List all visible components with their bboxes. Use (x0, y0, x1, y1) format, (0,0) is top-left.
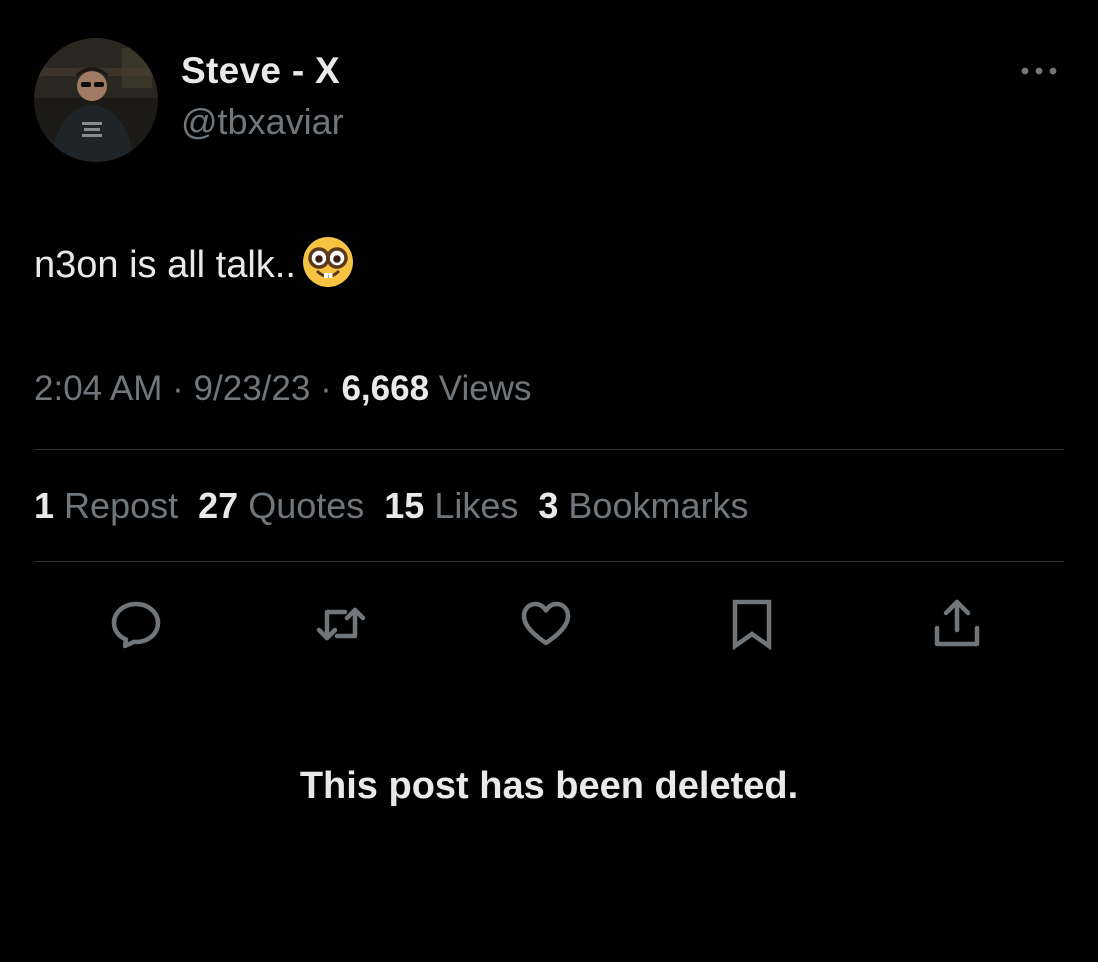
meta-separator: · (320, 369, 342, 408)
post-time: 2:04 AM (34, 369, 163, 408)
views-count: 6,668 (341, 369, 430, 408)
user-handle[interactable]: @tbxaviar (181, 101, 344, 143)
deleted-notice: This post has been deleted. (299, 765, 799, 807)
share-icon[interactable] (930, 596, 986, 652)
nerd-face-icon (300, 234, 356, 290)
stat-bookmarks[interactable]: 3 Bookmarks (538, 485, 748, 527)
post-meta: 2:04 AM · 9/23/23 · 6,668 Views (34, 369, 532, 409)
like-icon[interactable] (518, 596, 574, 652)
stat-quotes[interactable]: 27 Quotes (198, 485, 364, 527)
stat-reposts[interactable]: 1 Repost (34, 485, 178, 527)
bookmark-icon[interactable] (725, 596, 781, 652)
post-text-row: n3on is all talk.. (34, 237, 356, 290)
divider (34, 561, 1064, 562)
avatar[interactable] (34, 38, 158, 162)
engagement-stats: 1 Repost 27 Quotes 15 Likes 3 Bookmarks (34, 485, 768, 527)
views-label[interactable]: Views (439, 369, 532, 408)
display-name[interactable]: Steve - X (181, 50, 340, 92)
post-date: 9/23/23 (193, 369, 311, 408)
stat-likes[interactable]: 15 Likes (384, 485, 518, 527)
repost-icon[interactable] (313, 596, 369, 652)
more-options-icon[interactable] (1016, 60, 1062, 82)
post-text: n3on is all talk.. (34, 243, 296, 286)
divider (34, 449, 1064, 450)
meta-separator: · (172, 369, 194, 408)
reply-icon[interactable] (108, 596, 164, 652)
